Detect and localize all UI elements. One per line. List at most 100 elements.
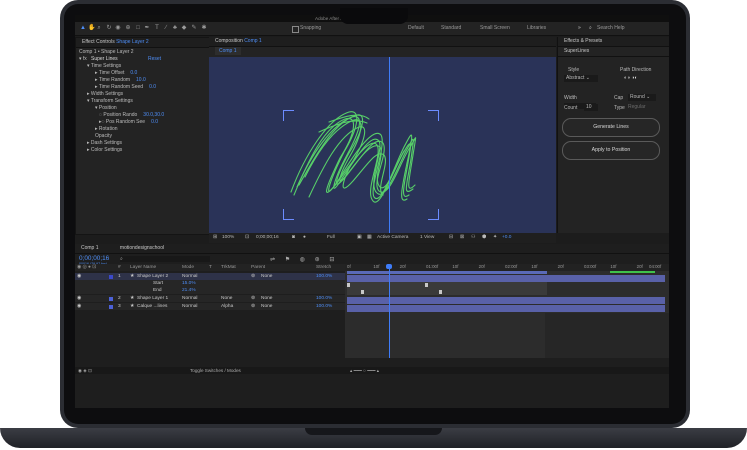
path-direction-toggle-icon[interactable]: ◐◑ ◑◐ [624, 75, 637, 81]
layer-label-color-swatch[interactable] [109, 296, 113, 301]
timeline-icon[interactable]: ⊠ [460, 233, 464, 243]
effect-property-value[interactable]: 10.0 [136, 77, 146, 83]
effect-reset-button[interactable]: Reset [148, 56, 161, 62]
fx-toggle-icon[interactable]: ▾ fx [79, 56, 87, 62]
camera-tool-icon[interactable]: ◉ [115, 25, 121, 31]
cap-dropdown[interactable]: Round ⌄ [628, 94, 656, 101]
layer-parent-dropdown[interactable]: None [261, 273, 272, 280]
layer-2-duration-bar[interactable] [347, 297, 665, 304]
layer-label-color-swatch[interactable] [109, 274, 113, 279]
layer-stretch-value[interactable]: 100.0% [316, 295, 332, 302]
effect-property-row[interactable]: ▸ Time Random 10.0 [95, 77, 146, 83]
search-help-field[interactable]: ⌕ Search Help [589, 25, 665, 31]
snapping-checkbox[interactable] [292, 26, 299, 33]
exposure-value[interactable]: +0.0 [502, 233, 511, 243]
zoom-tool-icon[interactable]: ⌕ [96, 25, 102, 31]
resolution-dropdown[interactable]: Full [327, 233, 335, 243]
keyframe-start-2[interactable] [425, 283, 428, 287]
effect-property-row[interactable]: ▾ Transform Settings [87, 98, 139, 104]
layer-name[interactable]: Start [153, 280, 163, 287]
layer-trkmat-dropdown[interactable]: None [221, 295, 232, 302]
3d-renderer-icon[interactable]: ⬢ [482, 233, 486, 243]
effect-property-value[interactable]: 0.0 [151, 119, 158, 125]
workspace-libraries[interactable]: Libraries [527, 25, 546, 31]
rotate-tool-icon[interactable]: ↻ [106, 25, 112, 31]
always-preview-icon[interactable]: ⊞ [213, 233, 217, 243]
effect-property-row[interactable]: Opacity [95, 133, 118, 139]
layer-stretch-value[interactable]: 100.0% [316, 273, 332, 280]
layer-mode-dropdown[interactable]: Normal [182, 303, 197, 310]
fast-previews-icon[interactable]: ⊟ [449, 233, 453, 243]
current-time-display[interactable]: 0;00;00;16 [256, 233, 279, 243]
layer-property-value[interactable]: 21.4% [182, 287, 196, 294]
workspace-default[interactable]: Default [408, 25, 424, 31]
timeline-tab-comp[interactable]: Comp 1 [81, 245, 99, 251]
workspace-overflow-icon[interactable]: » [578, 25, 581, 31]
stamp-tool-icon[interactable]: ♣ [172, 25, 178, 31]
layer-property-row[interactable]: End 21.4% [75, 287, 345, 294]
views-dropdown[interactable]: 1 View [420, 233, 434, 243]
effect-property-value[interactable]: 0.0 [149, 84, 156, 90]
composition-viewer[interactable] [209, 57, 556, 233]
generate-lines-button[interactable]: Generate Lines [562, 118, 660, 137]
effect-controls-tab[interactable]: Effect Controls Shape Layer 2 [76, 38, 209, 48]
layer-parent-dropdown[interactable]: None [261, 295, 272, 302]
type-dropdown[interactable]: Regular [628, 104, 646, 110]
effect-property-row[interactable]: ▸ Dash Settings [87, 140, 128, 146]
layer-stretch-value[interactable]: 100.0% [316, 303, 332, 310]
effect-property-row[interactable]: ▸ Rotation [95, 126, 124, 132]
layer-mode-dropdown[interactable]: Normal [182, 295, 197, 302]
effect-property-row[interactable]: ▸ Time Random Seed 0.0 [95, 84, 156, 90]
eraser-tool-icon[interactable]: ◆ [181, 25, 187, 31]
layer-name[interactable]: Shape Layer 2 [137, 273, 168, 280]
effect-property-row[interactable]: ◌ Position Rando 30.0,30.0 [99, 112, 164, 118]
layer-row[interactable]: ◉ ★ 3 Calque ...lines Normal Alpha ⊚ None 100.0% [75, 303, 345, 310]
brush-tool-icon[interactable]: ∕ [163, 25, 169, 31]
layer-1-duration-bar[interactable] [347, 275, 665, 282]
current-time-indicator[interactable] [389, 264, 390, 358]
comp-flowchart-icon[interactable]: ⚇ [471, 233, 475, 243]
twirl-arrow-icon[interactable]: ▸◌ [99, 119, 106, 125]
camera-dropdown[interactable]: Active Camera [377, 233, 408, 243]
grid-guides-icon[interactable]: ⊡ [245, 233, 249, 243]
toggle-switches-modes-button[interactable]: Toggle Switches / Modes [190, 367, 241, 374]
exposure-reset-icon[interactable]: ✦ [493, 233, 497, 243]
parent-pick-whip-icon[interactable]: ⊚ [251, 273, 255, 280]
layer-name[interactable]: Shape Layer 1 [137, 295, 168, 302]
effect-property-row[interactable]: ▸ Color Settings [87, 147, 128, 153]
count-field[interactable]: 10 [584, 104, 598, 111]
layer-name[interactable]: Calque ...lines [137, 303, 167, 310]
footer-render-icons[interactable]: ◉ ◈ ⊡ [78, 367, 92, 374]
layer-row[interactable]: ◉ ★ 1 Shape Layer 2 Normal ⊚ None 100.0% [75, 273, 345, 280]
type-tool-icon[interactable]: T [154, 25, 160, 31]
layer-row[interactable]: ◉ ★ 2 Shape Layer 1 Normal None ⊚ None 100.0% [75, 295, 345, 302]
show-channel-icon[interactable]: ● [303, 233, 306, 243]
timeline-tracks[interactable]: 0f 10f 20f 01:00f 10f 20f 02:00f 10f 20f 03:00f 10… [345, 264, 669, 358]
effect-property-value[interactable]: 0.0 [130, 70, 137, 76]
timeline-switch-icons[interactable]: ⇌ ⚑ ◍ ⊛ ⊟ [270, 256, 338, 263]
visibility-eye-icon[interactable]: ◉ [77, 303, 81, 310]
composition-tab[interactable]: Composition Comp 1 [209, 37, 556, 47]
visibility-eye-icon[interactable]: ◉ [77, 295, 81, 302]
keyframe-start-1[interactable] [347, 283, 350, 287]
keyframe-end-2[interactable] [439, 290, 442, 294]
zoom-slider[interactable]: ▴ ━━━ ○ ━━━ ▴ [350, 367, 379, 374]
timeline-current-time[interactable]: 0;00;00;16 [79, 255, 109, 262]
parent-pick-whip-icon[interactable]: ⊚ [251, 303, 255, 310]
rectangle-tool-icon[interactable]: □ [135, 25, 141, 31]
layer-3-duration-bar[interactable] [347, 305, 665, 312]
layer-parent-dropdown[interactable]: None [261, 303, 272, 310]
pen-tool-icon[interactable]: ✒ [144, 25, 150, 31]
pan-behind-tool-icon[interactable]: ⊕ [125, 25, 131, 31]
effect-property-row[interactable]: ▸◌ Pos Random See 0.0 [99, 119, 158, 125]
workspace-standard[interactable]: Standard [441, 25, 461, 31]
hand-tool-icon[interactable]: ✋ [88, 25, 95, 31]
layer-trkmat-dropdown[interactable]: Alpha [221, 303, 233, 310]
visibility-eye-icon[interactable]: ◉ [77, 273, 81, 280]
effect-property-row[interactable]: ▾ Time Settings [87, 63, 127, 69]
timeline-tab-project[interactable]: motiondesignschool [120, 245, 164, 251]
work-area-bar[interactable] [347, 271, 547, 274]
puppet-tool-icon[interactable]: ✱ [201, 25, 207, 31]
layer-property-row[interactable]: Start 15.0% [75, 280, 345, 287]
keyframe-end-1[interactable] [361, 290, 364, 294]
